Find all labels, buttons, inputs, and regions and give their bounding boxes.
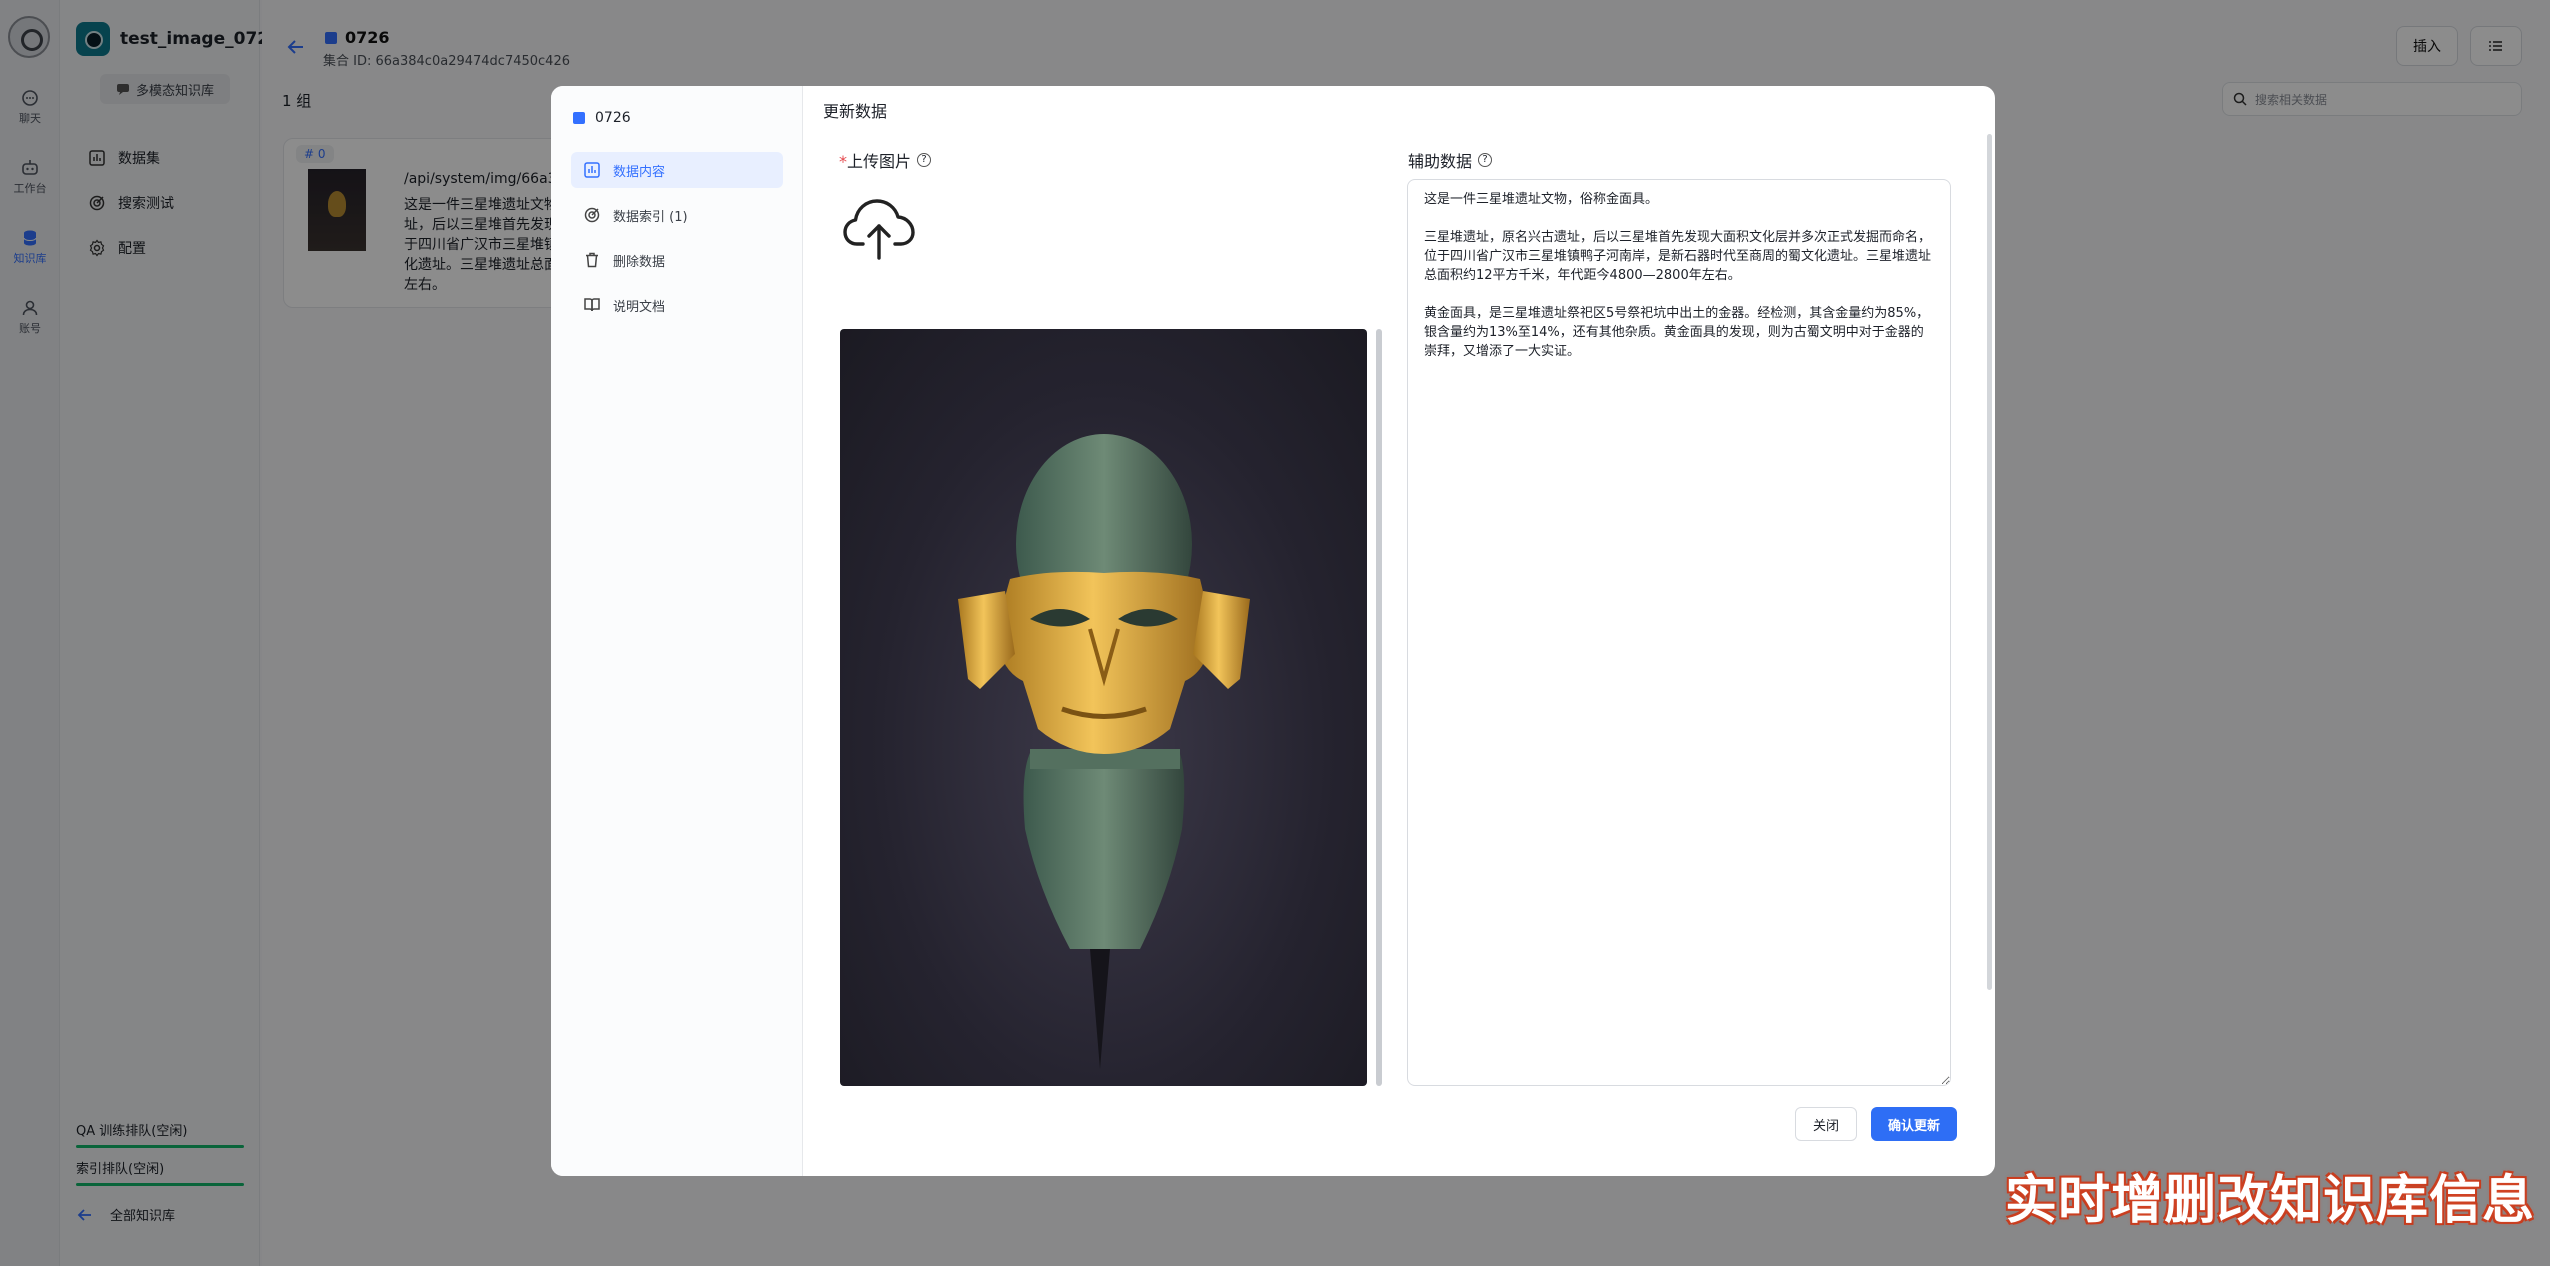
cloud-upload-icon[interactable]: [841, 190, 917, 266]
modal-nav-data-index[interactable]: 数据索引 (1): [571, 197, 783, 233]
file-icon: [573, 112, 585, 124]
modal-collection-name: 0726: [595, 110, 631, 126]
modal-nav-label: 数据内容: [613, 164, 666, 180]
aux-data-textarea[interactable]: 这是一件三星堆遗址文物，俗称金面具。 三星堆遗址，原名兴古遗址，后以三星堆首先发…: [1407, 179, 1951, 1086]
modal-nav-label: 数据索引 (1): [613, 209, 688, 225]
help-icon[interactable]: ?: [1478, 153, 1493, 167]
upload-label-text: 上传图片: [847, 152, 912, 171]
required-mark: *: [839, 152, 847, 171]
gold-mask-artifact-image: [958, 434, 1250, 1069]
modal-nav-data-content[interactable]: 数据内容: [571, 152, 783, 188]
modal-nav-label: 说明文档: [613, 299, 666, 315]
update-data-modal: 0726 数据内容 数据索引 (1) 删除数据 说明文档 更新数据 *上传图片 …: [551, 86, 1995, 1176]
target-icon: [584, 207, 600, 223]
aux-label-text: 辅助数据: [1408, 152, 1473, 171]
modal-nav-label: 删除数据: [613, 254, 666, 270]
modal-title: 更新数据: [823, 102, 888, 121]
book-icon: [584, 298, 600, 312]
aux-data-label: 辅助数据 ?: [1408, 148, 1493, 172]
confirm-update-button[interactable]: 确认更新: [1871, 1107, 1957, 1141]
modal-nav-delete-data[interactable]: 删除数据: [571, 242, 783, 278]
close-button[interactable]: 关闭: [1795, 1107, 1857, 1141]
uploaded-image-preview: [840, 329, 1367, 1086]
trash-icon: [586, 252, 598, 268]
chart-icon: [584, 162, 600, 178]
modal-scrollbar[interactable]: [1987, 134, 1992, 990]
image-scrollbar[interactable]: [1376, 329, 1382, 1086]
upload-image-label: *上传图片 ?: [839, 148, 932, 172]
modal-collection: 0726: [573, 110, 631, 126]
modal-nav-docs[interactable]: 说明文档: [571, 287, 783, 323]
help-icon[interactable]: ?: [917, 153, 932, 167]
modal-sidebar: 0726 数据内容 数据索引 (1) 删除数据 说明文档: [551, 86, 803, 1176]
video-caption: 实时增删改知识库信息: [2005, 1171, 2536, 1231]
